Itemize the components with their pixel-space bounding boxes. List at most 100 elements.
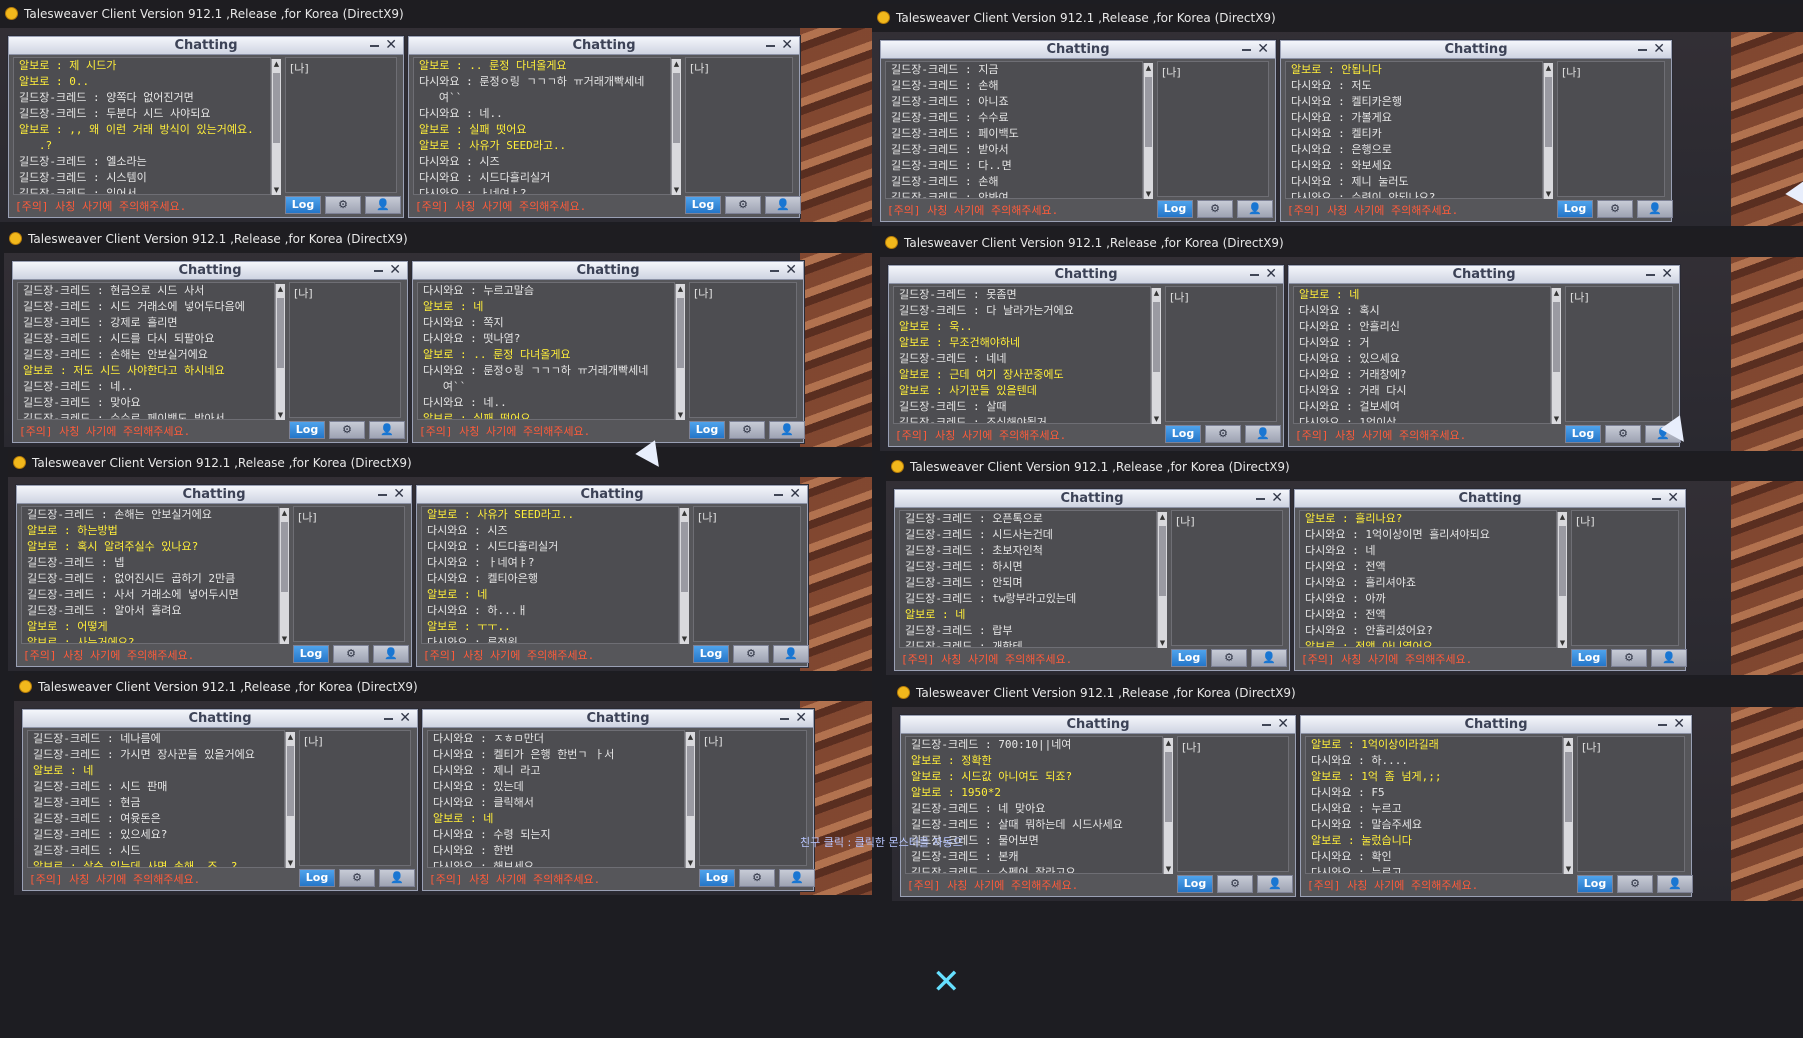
settings-button[interactable]: ⚙ [333,645,369,663]
settings-button[interactable]: ⚙ [1205,425,1241,443]
settings-button[interactable]: ⚙ [739,869,775,887]
scroll-thumb[interactable] [1165,752,1172,822]
add-friend-button[interactable]: 👤 [373,645,409,663]
minimize-icon[interactable] [1242,49,1251,51]
add-friend-button[interactable]: 👤 [1245,425,1281,443]
chat-window-header[interactable]: Chatting ✕ [409,37,799,55]
chat-window-header[interactable]: Chatting ✕ [901,716,1295,734]
whisper-target-box[interactable]: [나] [1565,286,1673,422]
chevron-down-icon[interactable]: ▼ [672,185,681,195]
chevron-down-icon[interactable]: ▼ [1152,414,1161,424]
scroll-thumb[interactable] [1145,77,1152,147]
minimize-icon[interactable] [1250,274,1259,276]
chat-scrollbar[interactable]: ▲ ▼ [679,508,689,644]
chat-scrollbar[interactable]: ▲ ▼ [1557,512,1567,648]
chat-scrollbar[interactable]: ▲ ▼ [1151,288,1161,424]
chat-scrollbar[interactable]: ▲ ▼ [1163,738,1173,874]
chat-scrollbar[interactable]: ▲ ▼ [1157,512,1167,648]
settings-button[interactable]: ⚙ [329,421,365,439]
log-button[interactable]: Log [299,869,335,887]
chevron-up-icon[interactable]: ▲ [276,284,285,294]
log-button[interactable]: Log [1571,649,1607,667]
chevron-up-icon[interactable]: ▲ [1564,738,1573,748]
chat-scrollbar[interactable]: ▲ ▼ [1143,63,1153,199]
chevron-up-icon[interactable]: ▲ [1552,288,1561,298]
chevron-up-icon[interactable]: ▲ [272,59,281,69]
scroll-thumb[interactable] [677,298,684,368]
close-icon[interactable]: ✕ [795,710,807,727]
close-icon[interactable]: ✕ [1265,266,1277,283]
chat-scrollbar[interactable]: ▲ ▼ [271,59,281,195]
close-icon[interactable]: ✕ [1653,41,1665,58]
chevron-up-icon[interactable]: ▲ [1158,512,1167,522]
settings-button[interactable]: ⚙ [729,421,765,439]
add-friend-button[interactable]: 👤 [1657,875,1693,893]
chevron-up-icon[interactable]: ▲ [1544,63,1553,73]
close-icon[interactable]: ✕ [1271,490,1283,507]
settings-button[interactable]: ⚙ [325,196,361,214]
chevron-down-icon[interactable]: ▼ [1552,414,1561,424]
minimize-icon[interactable] [1262,724,1271,726]
chat-window-header[interactable]: Chatting ✕ [881,41,1275,59]
chat-scrollbar[interactable]: ▲ ▼ [279,508,289,644]
chevron-up-icon[interactable]: ▲ [1144,63,1153,73]
chat-scrollbar[interactable]: ▲ ▼ [275,284,285,420]
whisper-target-box[interactable]: [나] [1177,736,1289,872]
chevron-down-icon[interactable]: ▼ [272,185,281,195]
add-friend-button[interactable]: 👤 [1257,875,1293,893]
minimize-icon[interactable] [780,718,789,720]
chat-window-header[interactable]: Chatting ✕ [413,262,803,280]
scroll-thumb[interactable] [273,73,280,143]
chat-window-header[interactable]: Chatting ✕ [895,490,1289,508]
minimize-icon[interactable] [766,45,775,47]
whisper-target-box[interactable]: [나] [685,57,793,193]
add-friend-button[interactable]: 👤 [769,421,805,439]
scroll-thumb[interactable] [1545,77,1552,147]
close-icon[interactable]: ✕ [1667,490,1679,507]
close-icon[interactable]: ✕ [781,37,793,54]
scroll-thumb[interactable] [673,73,680,143]
chevron-down-icon[interactable]: ▼ [1564,864,1573,874]
chat-window-header[interactable]: Chatting ✕ [23,710,417,728]
whisper-target-box[interactable]: [나] [1171,510,1283,646]
log-button[interactable]: Log [1577,875,1613,893]
chat-window-header[interactable]: Chatting ✕ [889,266,1283,284]
log-button[interactable]: Log [689,421,725,439]
whisper-target-box[interactable]: [나] [293,506,405,642]
add-friend-button[interactable]: 👤 [369,421,405,439]
whisper-target-box[interactable]: [나] [1557,61,1665,197]
chat-window-header[interactable]: Chatting ✕ [9,37,403,55]
settings-button[interactable]: ⚙ [1197,200,1233,218]
close-icon[interactable]: ✕ [789,486,801,503]
minimize-icon[interactable] [770,270,779,272]
settings-button[interactable]: ⚙ [733,645,769,663]
chevron-up-icon[interactable]: ▲ [286,732,295,742]
close-icon[interactable]: ✕ [385,37,397,54]
chat-scrollbar[interactable]: ▲ ▼ [685,732,695,868]
chat-window-header[interactable]: Chatting ✕ [417,486,807,504]
whisper-target-box[interactable]: [나] [299,730,411,866]
scroll-thumb[interactable] [1159,526,1166,596]
settings-button[interactable]: ⚙ [1211,649,1247,667]
log-button[interactable]: Log [289,421,325,439]
scroll-thumb[interactable] [287,746,294,816]
chevron-up-icon[interactable]: ▲ [1164,738,1173,748]
whisper-target-box[interactable]: [나] [1165,286,1277,422]
chevron-down-icon[interactable]: ▼ [1164,864,1173,874]
log-button[interactable]: Log [1165,425,1201,443]
settings-button[interactable]: ⚙ [1217,875,1253,893]
add-friend-button[interactable]: 👤 [779,869,815,887]
minimize-icon[interactable] [1256,498,1265,500]
chat-window-header[interactable]: Chatting ✕ [17,486,411,504]
scroll-thumb[interactable] [1559,526,1566,596]
chevron-down-icon[interactable]: ▼ [680,634,689,644]
chevron-up-icon[interactable]: ▲ [280,508,289,518]
chevron-down-icon[interactable]: ▼ [1158,638,1167,648]
minimize-icon[interactable] [1658,724,1667,726]
chevron-down-icon[interactable]: ▼ [280,634,289,644]
chevron-up-icon[interactable]: ▲ [676,284,685,294]
settings-button[interactable]: ⚙ [1611,649,1647,667]
add-friend-button[interactable]: 👤 [1237,200,1273,218]
chat-scrollbar[interactable]: ▲ ▼ [1563,738,1573,874]
chat-window-header[interactable]: Chatting ✕ [1289,266,1679,284]
